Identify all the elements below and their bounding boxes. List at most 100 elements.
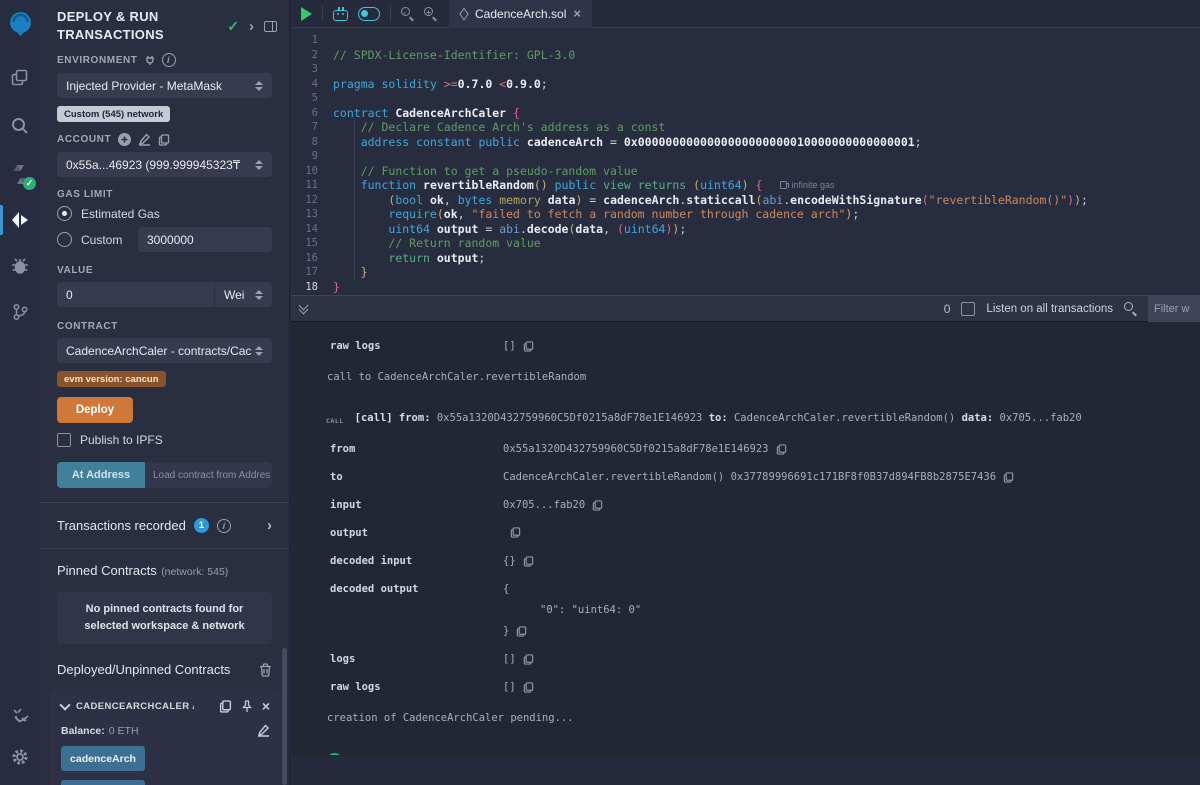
debugger-icon[interactable] bbox=[0, 246, 40, 286]
terminal-kv-row[interactable]: logs[] bbox=[291, 653, 1200, 665]
pin-contract-icon[interactable] bbox=[241, 700, 253, 713]
edit-account-icon[interactable] bbox=[138, 133, 151, 146]
copy-icon[interactable] bbox=[776, 444, 787, 455]
ai-assistant-icon[interactable] bbox=[333, 10, 348, 21]
search-icon[interactable] bbox=[0, 106, 40, 146]
publish-ipfs-checkbox[interactable]: Publish to IPFS bbox=[57, 433, 272, 447]
code-line[interactable]: 1 bbox=[291, 33, 1200, 48]
terminal-filter-input[interactable] bbox=[1148, 295, 1200, 322]
copy-icon[interactable] bbox=[516, 626, 527, 637]
terminal-kv-row[interactable]: output bbox=[291, 527, 1200, 539]
code-editor[interactable]: 12// SPDX-License-Identifier: GPL-3.034p… bbox=[291, 28, 1200, 293]
copy-icon[interactable] bbox=[510, 527, 521, 538]
code-line[interactable]: 16 return output; bbox=[291, 251, 1200, 266]
expand-panel-icon[interactable]: › bbox=[249, 19, 254, 34]
terminal-text-row[interactable]: creation of CadenceArchCaler pending... bbox=[291, 712, 1200, 724]
code-line[interactable]: 4pragma solidity >=0.7.0 <0.9.0; bbox=[291, 77, 1200, 92]
trash-icon[interactable] bbox=[259, 663, 272, 677]
code-line[interactable]: 18} bbox=[291, 280, 1200, 294]
code-line[interactable]: 9 bbox=[291, 149, 1200, 164]
close-tab-icon[interactable]: × bbox=[573, 6, 581, 21]
run-script-icon[interactable] bbox=[301, 7, 312, 21]
settings-icon[interactable] bbox=[0, 737, 40, 777]
panel-scrollbar[interactable] bbox=[282, 648, 287, 785]
pin-panel-icon[interactable] bbox=[264, 21, 277, 32]
terminal-collapse-icon[interactable] bbox=[300, 305, 307, 313]
add-account-icon[interactable] bbox=[118, 133, 131, 146]
code-line[interactable]: 11 function revertibleRandom() public vi… bbox=[291, 178, 1200, 193]
code-line[interactable]: 6contract CadenceArchCaler { bbox=[291, 106, 1200, 121]
git-icon[interactable] bbox=[0, 292, 40, 332]
code-line[interactable]: 3 bbox=[291, 62, 1200, 77]
ai-toggle[interactable] bbox=[358, 7, 380, 21]
custom-gas-radio[interactable]: Custom bbox=[57, 232, 129, 247]
copy-icon[interactable] bbox=[523, 556, 534, 567]
copy-icon[interactable] bbox=[523, 654, 534, 665]
plugin-manager-icon[interactable] bbox=[0, 697, 40, 737]
panel-header: DEPLOY & RUN TRANSACTIONS ✓ › bbox=[40, 0, 289, 47]
solidity-compiler-icon[interactable]: ✓ bbox=[0, 154, 40, 194]
terminal-kv-row[interactable]: from0x55a1320D432759960C5Df0215a8dF78e1E… bbox=[291, 443, 1200, 455]
call-badge: CALL bbox=[326, 415, 344, 427]
collapse-contract-icon[interactable] bbox=[59, 699, 70, 710]
terminal-call-row[interactable]: CALL[call] from: 0x55a1320D432759960C5Df… bbox=[291, 412, 1200, 427]
env-ok-check-icon: ✓ bbox=[227, 18, 239, 35]
pinned-empty-line2: selected workspace & network bbox=[65, 618, 264, 635]
transactions-info-icon[interactable]: i bbox=[217, 519, 231, 533]
transactions-recorded-row[interactable]: Transactions recorded 1 i › bbox=[40, 503, 289, 548]
edit-balance-icon[interactable] bbox=[257, 724, 270, 737]
tab-cadencearch[interactable]: CadenceArch.sol × bbox=[449, 0, 592, 28]
code-line[interactable]: 12 (bool ok, bytes memory data) = cadenc… bbox=[291, 193, 1200, 208]
chevron-updown-icon bbox=[255, 346, 263, 356]
line-number: 15 bbox=[291, 236, 333, 251]
code-line[interactable]: 13 require(ok, "failed to fetch a random… bbox=[291, 207, 1200, 222]
remix-logo[interactable] bbox=[0, 0, 40, 46]
at-address-button[interactable]: At Address bbox=[57, 462, 145, 488]
terminal-block-row[interactable]: ✓[block:5033220 txIndex:-] from: 0x55a..… bbox=[291, 753, 1200, 755]
deploy-run-icon[interactable] bbox=[0, 200, 40, 240]
terminal-kv-row[interactable]: input0x705...fab20 bbox=[291, 499, 1200, 511]
copy-icon[interactable] bbox=[1003, 472, 1014, 483]
environment-select[interactable]: Injected Provider - MetaMask bbox=[57, 73, 272, 98]
terminal-kv-row[interactable]: raw logs[] bbox=[291, 340, 1200, 352]
zoom-out-icon[interactable]: - bbox=[401, 7, 414, 20]
code-line[interactable]: 14 uint64 output = abi.decode(data, (uin… bbox=[291, 222, 1200, 237]
fn-button-revertiblerandom[interactable]: revertibleRa... bbox=[61, 780, 145, 785]
copy-address-icon[interactable] bbox=[219, 700, 232, 713]
chevron-right-icon[interactable]: › bbox=[267, 517, 272, 534]
terminal-search-icon[interactable] bbox=[1124, 302, 1137, 315]
copy-account-icon[interactable] bbox=[158, 134, 170, 146]
terminal[interactable]: raw logs[] call to CadenceArchCaler.rever… bbox=[291, 322, 1200, 755]
code-line[interactable]: 5 bbox=[291, 91, 1200, 106]
account-value: 0x55a...46923 (999.999945323₸ bbox=[66, 158, 240, 172]
code-line[interactable]: 15 // Return random value bbox=[291, 236, 1200, 251]
contract-select[interactable]: CadenceArchCaler - contracts/Cac bbox=[57, 338, 272, 363]
code-line[interactable]: 7 // Declare Cadence Arch's address as a… bbox=[291, 120, 1200, 135]
zoom-in-icon[interactable]: + bbox=[424, 7, 437, 20]
copy-icon[interactable] bbox=[592, 500, 603, 511]
fn-button-cadencearch[interactable]: cadenceArch bbox=[61, 746, 145, 771]
deploy-button[interactable]: Deploy bbox=[57, 397, 133, 423]
terminal-kv-row[interactable]: raw logs[] bbox=[291, 681, 1200, 693]
value-unit-select[interactable]: Wei bbox=[214, 282, 272, 307]
pinned-contracts-title: Pinned Contracts bbox=[57, 563, 157, 578]
code-line[interactable]: 10 // Function to get a pseudo-random va… bbox=[291, 164, 1200, 179]
terminal-kv-row[interactable]: toCadenceArchCaler.revertibleRandom() 0x… bbox=[291, 471, 1200, 483]
at-address-input[interactable]: Load contract from Addres bbox=[145, 462, 272, 488]
code-line[interactable]: 2// SPDX-License-Identifier: GPL-3.0 bbox=[291, 48, 1200, 63]
file-explorer-icon[interactable] bbox=[0, 58, 40, 98]
estimated-gas-radio[interactable]: Estimated Gas bbox=[57, 206, 272, 221]
code-line[interactable]: 17 } bbox=[291, 265, 1200, 280]
terminal-text-row[interactable]: call to CadenceArchCaler.revertibleRando… bbox=[291, 371, 1200, 383]
value-input[interactable]: 0 bbox=[57, 282, 214, 307]
custom-gas-input[interactable]: 3000000 bbox=[138, 227, 272, 252]
copy-icon[interactable] bbox=[523, 341, 534, 352]
code-line[interactable]: 8 address constant public cadenceArch = … bbox=[291, 135, 1200, 150]
environment-info-icon[interactable]: i bbox=[162, 53, 176, 67]
remove-contract-icon[interactable]: × bbox=[262, 699, 270, 713]
listen-all-checkbox[interactable] bbox=[961, 302, 975, 316]
terminal-kv-row[interactable]: decoded input{} bbox=[291, 555, 1200, 567]
terminal-object-row[interactable]: decoded output{"0": "uint64: 0"} bbox=[291, 583, 1200, 637]
account-select[interactable]: 0x55a...46923 (999.999945323₸ bbox=[57, 152, 272, 177]
copy-icon[interactable] bbox=[523, 682, 534, 693]
